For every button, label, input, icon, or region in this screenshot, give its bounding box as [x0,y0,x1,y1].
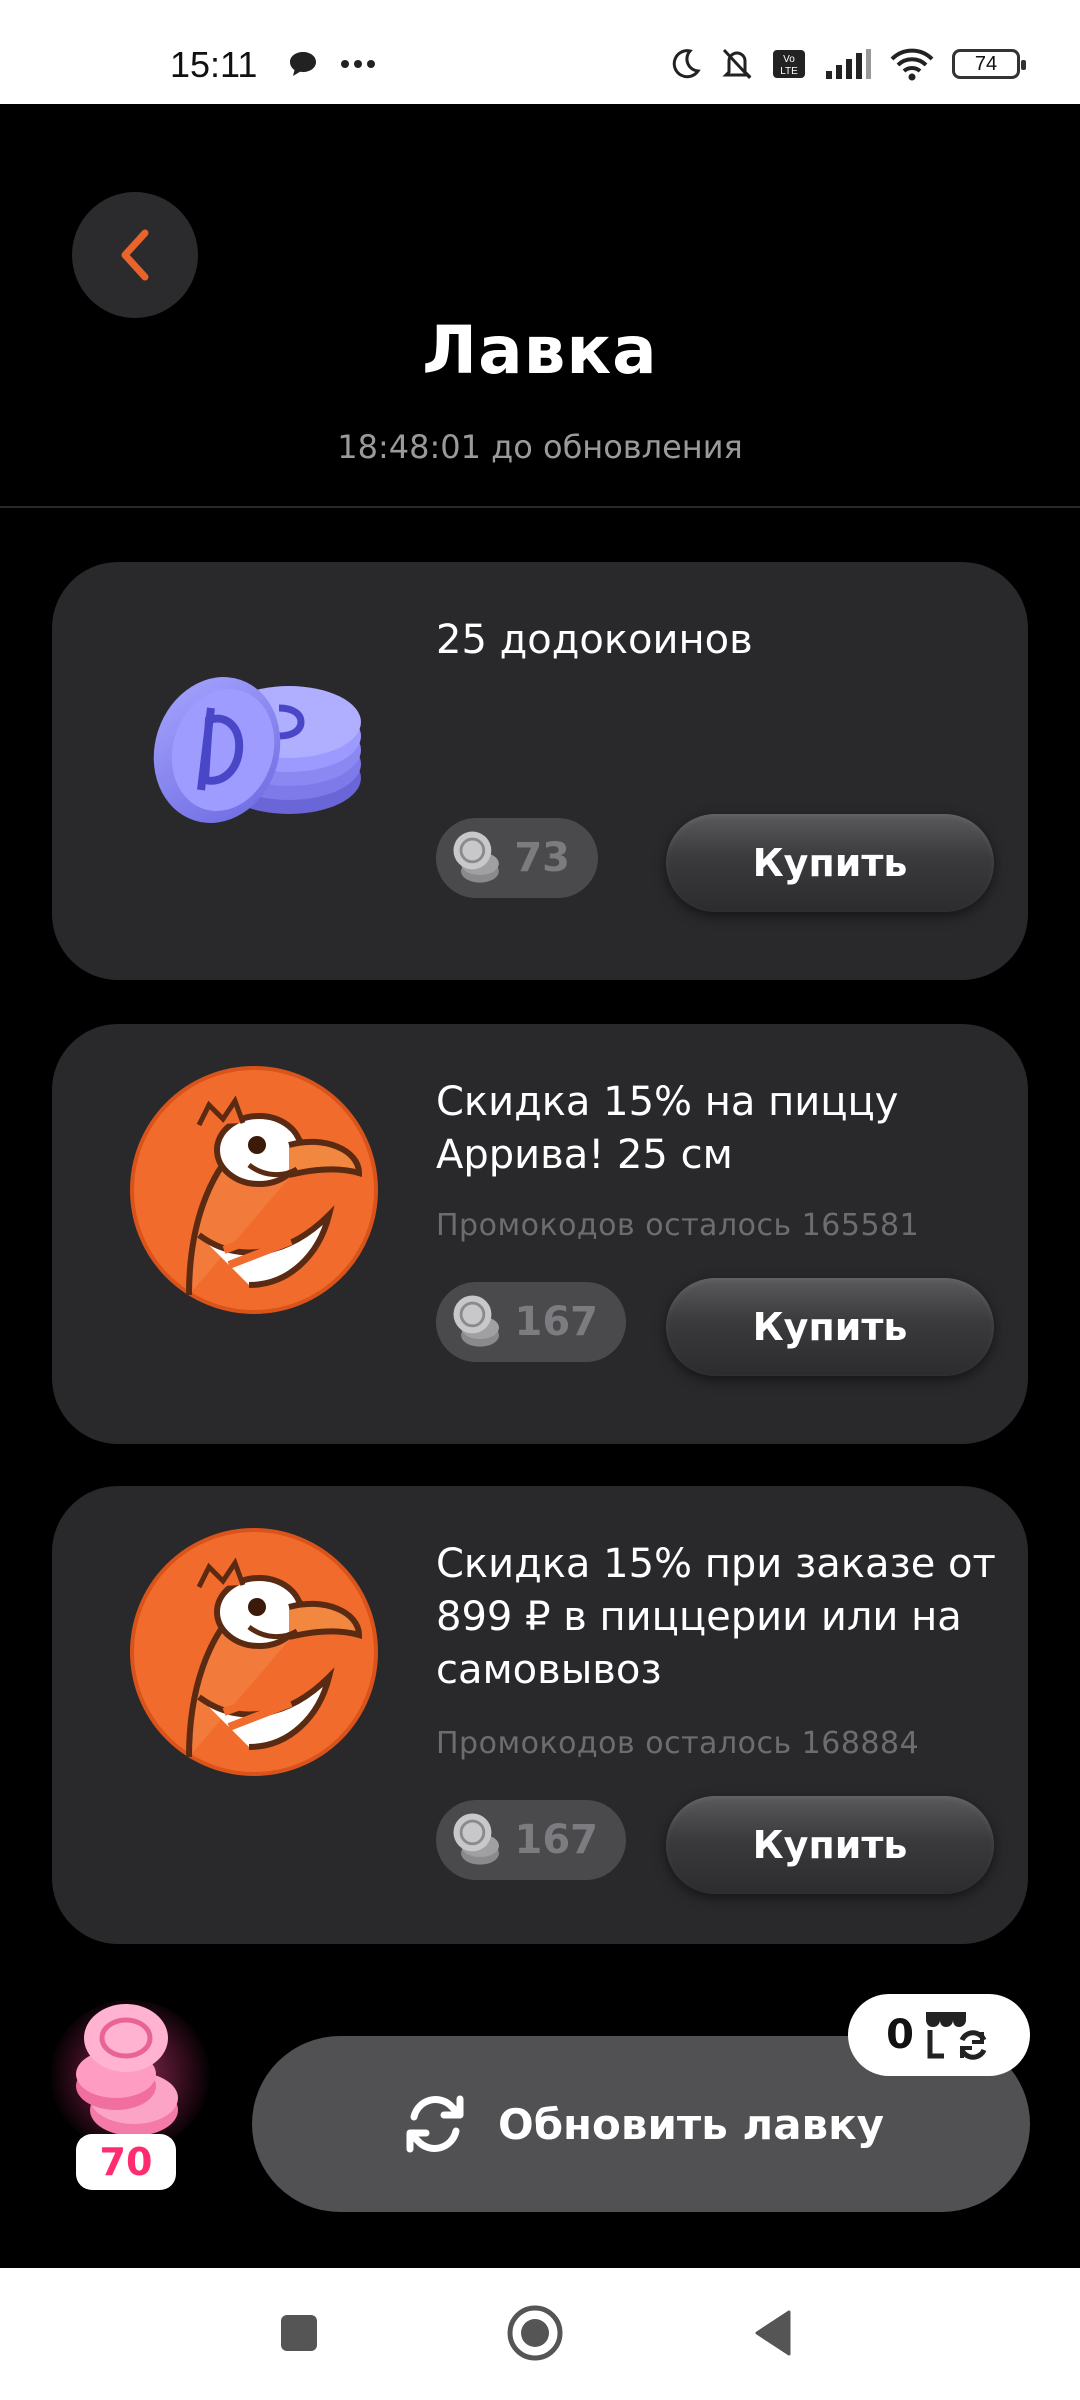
dodo-bird-logo [124,1060,384,1320]
coin-stack-icon [453,1813,500,1865]
price-value: 167 [514,1299,599,1345]
battery-level: 74 [974,52,998,75]
shop-item-card: 25 додокоинов 73 Купить [52,562,1028,980]
system-nav-bar [0,2268,1080,2400]
promo-remaining: Промокодов осталось 165581 [436,1208,920,1243]
item-title: 25 додокоинов [436,617,753,663]
refresh-timer: 18:48:01 до обновления [337,428,743,466]
status-notification-icons [288,50,376,78]
coin-stack-icon [453,831,499,883]
dodo-bird-logo [124,1522,384,1782]
status-system-icons: Vo LTE 74 [668,46,1026,82]
status-bar: 15:11 Vo LTE 74 [0,0,1080,104]
price-tag: 167 [436,1800,626,1880]
chat-bubble-icon [290,52,316,76]
coin-stack-icon [453,1295,500,1347]
volte-icon: VoLTE [773,50,805,78]
shop-item-card: Скидка 15% при заказе от 899 ₽ в пиццери… [52,1486,1028,1944]
pink-coins-icon [76,2004,178,2136]
shop-item-card: Скидка 15% на пиццу Аррива! 25 см Промок… [52,1024,1028,1444]
battery-indicator: 74 [952,49,1026,79]
back-button[interactable] [72,192,198,318]
balance-value: 70 [76,2134,176,2190]
refresh-counter-badge: 0 [848,1994,1030,2076]
back-nav-button[interactable] [738,2298,808,2368]
price-tag: 73 [436,818,598,898]
price-tag: 167 [436,1282,626,1362]
dodocoins-stack-icon [124,620,384,880]
moon-icon [672,49,701,79]
back-triangle-icon [755,2310,791,2356]
buy-button[interactable]: Купить [666,1278,994,1376]
price-value: 167 [514,1817,599,1863]
shop-refresh-icon [925,2012,987,2060]
wifi-icon [890,48,934,81]
svg-text:Vo: Vo [783,54,795,65]
page-title: Лавка [422,312,658,389]
svg-text:LTE: LTE [780,66,798,77]
chevron-left-icon [121,229,149,281]
square-icon [281,2315,317,2351]
refresh-label: Обновить лавку [498,2099,884,2149]
bell-muted-icon [722,48,752,80]
recent-apps-button[interactable] [264,2298,334,2368]
more-dots-icon [341,60,375,68]
status-time: 15:11 [170,44,258,85]
price-value: 73 [514,835,570,881]
buy-button[interactable]: Купить [666,814,994,912]
item-title: Скидка 15% на пиццу Аррива! 25 см [436,1079,899,1178]
coin-balance[interactable]: 70 [40,1980,220,2200]
refresh-counter-value: 0 [886,2012,914,2058]
item-title: Скидка 15% при заказе от 899 ₽ в пиццери… [436,1541,996,1693]
promo-remaining: Промокодов осталось 168884 [436,1726,920,1761]
home-circle-icon [507,2305,563,2361]
signal-icon [826,49,871,79]
buy-button[interactable]: Купить [666,1796,994,1894]
refresh-icon [406,2095,464,2153]
home-button[interactable] [500,2298,570,2368]
